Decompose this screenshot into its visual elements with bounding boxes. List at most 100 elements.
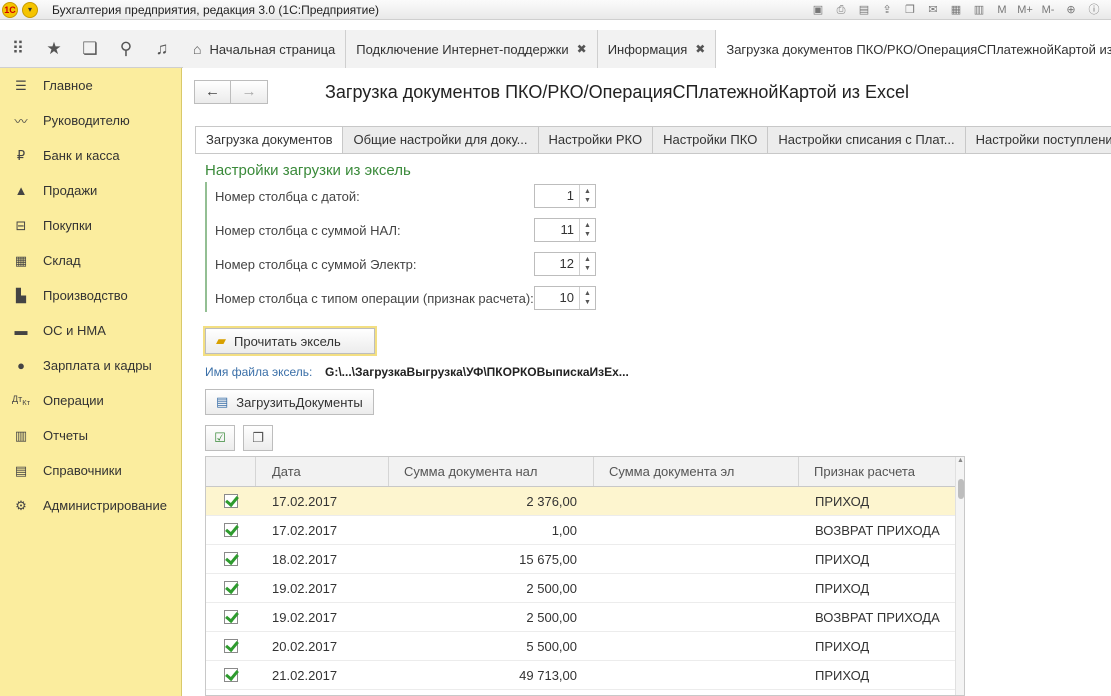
window-icon[interactable]: ▯ <box>1107 2 1111 18</box>
row-checkbox[interactable] <box>224 552 238 566</box>
file-name-value[interactable]: G:\...\ЗагрузкаВыгрузка\УФ\ПКОРКОВыписка… <box>325 365 629 379</box>
sidebar-item-purchases[interactable]: ⊟ Покупки <box>0 208 181 243</box>
uncheck-all-button[interactable]: ❐ <box>243 425 273 451</box>
app-logo-icon[interactable]: 1С <box>2 2 18 18</box>
sidebar-item-manager[interactable]: 〰 Руководителю <box>0 103 181 138</box>
table-row[interactable]: 17.02.2017 2 376,00 ПРИХОД <box>206 487 964 516</box>
tab-internet-support[interactable]: Подключение Интернет-поддержки ✖ <box>346 30 598 68</box>
preview-icon[interactable]: ▤ <box>854 2 874 18</box>
stepper-value[interactable]: 1 <box>535 185 579 207</box>
operation-type-column-stepper[interactable]: 10 ▲ ▼ <box>534 286 596 310</box>
tab-load-documents[interactable]: Загрузка документов <box>195 126 344 154</box>
tab-receipt-settings[interactable]: Настройки поступления <box>965 126 1111 154</box>
tab-writeoff-settings[interactable]: Настройки списания с Плат... <box>768 126 966 154</box>
memory-plus-icon[interactable]: M+ <box>1015 2 1035 18</box>
column-header-date[interactable]: Дата <box>256 457 389 486</box>
save-icon[interactable]: ▣ <box>808 2 828 18</box>
sidebar-item-administration[interactable]: ⚙ Администрирование <box>0 488 181 523</box>
row-checkbox[interactable] <box>224 494 238 508</box>
zoom-icon[interactable]: ⊕ <box>1061 2 1081 18</box>
sidebar-item-label: Производство <box>43 288 128 303</box>
memory-minus-icon[interactable]: M- <box>1038 2 1058 18</box>
sidebar-item-reports[interactable]: ▥ Отчеты <box>0 418 181 453</box>
close-icon[interactable]: ✖ <box>577 42 587 56</box>
sidebar-item-warehouse[interactable]: ▦ Склад <box>0 243 181 278</box>
search-icon[interactable]: ⚲ <box>108 39 144 59</box>
column-header-check[interactable] <box>206 457 256 486</box>
print-icon[interactable]: ⎙ <box>831 2 851 18</box>
load-documents-button[interactable]: ▤ ЗагрузитьДокументы <box>205 389 374 415</box>
open-windows-tabs: ⌂ Начальная страница Подключение Интерне… <box>183 30 1111 68</box>
table-scrollbar[interactable]: ▲ <box>955 457 964 695</box>
back-arrow-icon[interactable]: ← <box>194 80 231 104</box>
date-column-stepper[interactable]: 1 ▲ ▼ <box>534 184 596 208</box>
row-checkbox[interactable] <box>224 581 238 595</box>
calendar-icon[interactable]: ▥ <box>969 2 989 18</box>
stepper-arrows-icon[interactable]: ▲ ▼ <box>579 253 595 275</box>
stepper-arrows-icon[interactable]: ▲ ▼ <box>579 219 595 241</box>
favorites-star-icon[interactable]: ★ <box>36 39 72 59</box>
books-icon: ▤ <box>14 462 28 478</box>
sidebar-item-fixed-assets[interactable]: ▬ ОС и НМА <box>0 313 181 348</box>
field-label-electronic-column: Номер столбца с суммой Электр: <box>215 257 417 272</box>
sidebar-item-main[interactable]: ☰ Главное <box>0 68 181 103</box>
stepper-arrows-icon[interactable]: ▲ ▼ <box>579 287 595 309</box>
tab-document-import[interactable]: Загрузка документов ПКО/РКО/ОперацияСПла… <box>716 30 1111 68</box>
row-checkbox[interactable] <box>224 639 238 653</box>
row-checkbox[interactable] <box>224 610 238 624</box>
table-row[interactable]: 19.02.2017 2 500,00 ПРИХОД <box>206 574 964 603</box>
check-all-button[interactable]: ☑ <box>205 425 235 451</box>
stepper-value[interactable]: 11 <box>535 219 579 241</box>
cell-date: 21.02.2017 <box>272 668 338 683</box>
copy-icon[interactable]: ❐ <box>900 2 920 18</box>
stepper-value[interactable]: 10 <box>535 287 579 309</box>
tab-rko-settings[interactable]: Настройки РКО <box>538 126 654 154</box>
tab-general-settings[interactable]: Общие настройки для доку... <box>343 126 539 154</box>
cell-cash-sum: 1,00 <box>551 523 577 538</box>
sidebar-item-sales[interactable]: ▲ Продажи <box>0 173 181 208</box>
row-checkbox[interactable] <box>224 523 238 537</box>
main-menu-icon[interactable]: ▾ <box>22 2 38 18</box>
navigation-buttons: ← → <box>194 80 268 104</box>
stepper-value[interactable]: 12 <box>535 253 579 275</box>
electronic-column-stepper[interactable]: 12 ▲ ▼ <box>534 252 596 276</box>
scroll-up-icon[interactable]: ▲ <box>956 457 964 464</box>
apps-grid-icon[interactable]: ⠿ <box>0 39 36 59</box>
column-header-payment-sign[interactable]: Признак расчета <box>799 457 949 486</box>
sidebar-item-salary[interactable]: ● Зарплата и кадры <box>0 348 181 383</box>
forward-arrow-icon[interactable]: → <box>231 80 268 104</box>
page-title: Загрузка документов ПКО/РКО/ОперацияСПла… <box>325 82 910 102</box>
file-name-label: Имя файла эксель: <box>205 365 313 379</box>
row-checkbox[interactable] <box>224 668 238 682</box>
cell-date: 19.02.2017 <box>272 581 338 596</box>
sidebar-item-directories[interactable]: ▤ Справочники <box>0 453 181 488</box>
table-row[interactable]: 21.02.2017 49 713,00 ПРИХОД <box>206 661 964 690</box>
table-row[interactable]: 18.02.2017 15 675,00 ПРИХОД <box>206 545 964 574</box>
mail-icon[interactable]: ✉ <box>923 2 943 18</box>
history-icon[interactable]: ❏ <box>72 39 108 59</box>
sidebar-item-bank[interactable]: ₽ Банк и касса <box>0 138 181 173</box>
sidebar-item-operations[interactable]: ДтКт Операции <box>0 383 181 418</box>
tab-home[interactable]: ⌂ Начальная страница <box>183 30 347 68</box>
cash-column-stepper[interactable]: 11 ▲ ▼ <box>534 218 596 242</box>
table-row[interactable]: 20.02.2017 5 500,00 ПРИХОД <box>206 632 964 661</box>
close-icon[interactable]: ✖ <box>695 42 705 56</box>
sidebar-item-production[interactable]: ▙ Производство <box>0 278 181 313</box>
cell-electronic-sum <box>594 516 799 545</box>
table-row[interactable]: 19.02.2017 2 500,00 ВОЗВРАТ ПРИХОДА <box>206 603 964 632</box>
scroll-thumb[interactable] <box>958 479 964 499</box>
cell-cash-sum: 15 675,00 <box>519 552 577 567</box>
table-row[interactable]: 17.02.2017 1,00 ВОЗВРАТ ПРИХОДА <box>206 516 964 545</box>
info-icon[interactable]: ⓘ <box>1084 2 1104 18</box>
read-excel-button[interactable]: ▰ Прочитать эксель <box>203 326 377 356</box>
calculator-icon[interactable]: ▦ <box>946 2 966 18</box>
column-header-cash-sum[interactable]: Сумма документа нал <box>389 457 594 486</box>
tab-information[interactable]: Информация ✖ <box>597 30 717 68</box>
tab-pko-settings[interactable]: Настройки ПКО <box>653 126 769 154</box>
memory-m-icon[interactable]: M <box>992 2 1012 18</box>
notification-bell-icon[interactable]: ♫ <box>144 39 180 59</box>
stepper-arrows-icon[interactable]: ▲ ▼ <box>579 185 595 207</box>
tab-label: Подключение Интернет-поддержки <box>356 41 569 57</box>
column-header-electronic-sum[interactable]: Сумма документа эл <box>594 457 799 486</box>
upload-icon[interactable]: ⇪ <box>877 2 897 18</box>
